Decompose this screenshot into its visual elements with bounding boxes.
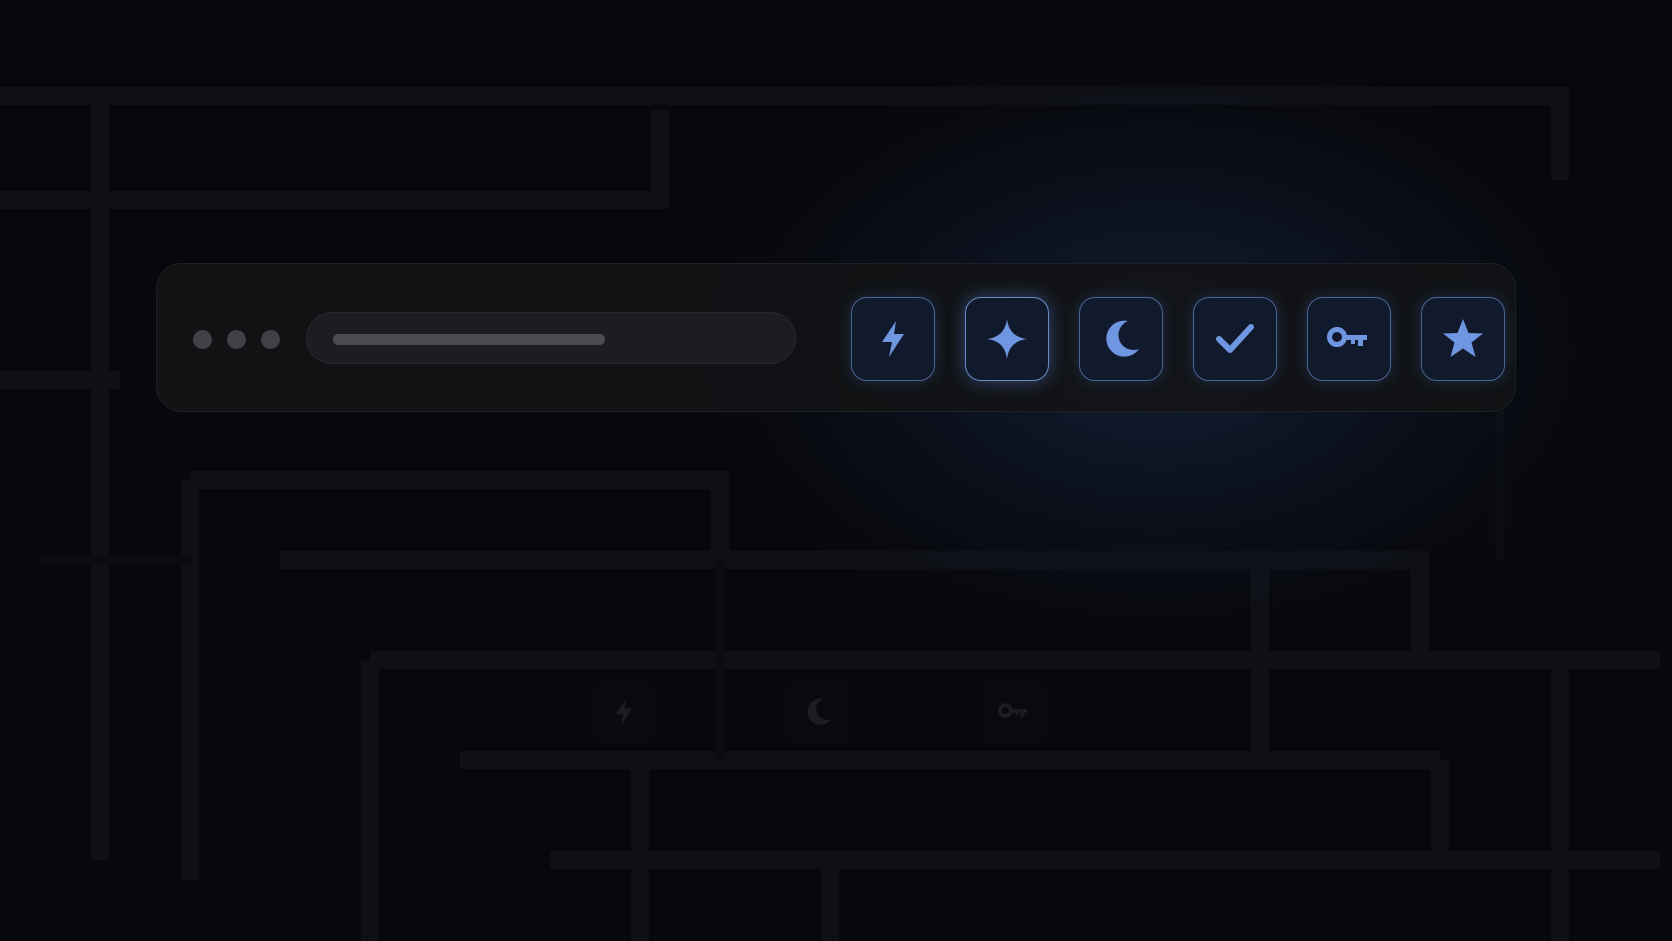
- lightning-button[interactable]: [851, 297, 935, 381]
- key-button[interactable]: [1307, 297, 1391, 381]
- app-stage: [0, 0, 1672, 941]
- window-dot-minimize[interactable]: [227, 330, 246, 349]
- star-button[interactable]: [1421, 297, 1505, 381]
- checkmark-icon: [1216, 324, 1254, 353]
- moon-button[interactable]: [1079, 297, 1163, 381]
- reflection-moon: [786, 680, 850, 744]
- reflection-lightning: [592, 680, 656, 744]
- window-dot-close[interactable]: [193, 330, 212, 349]
- sparkle-icon: [987, 319, 1027, 359]
- background-maze-pattern: [0, 87, 1660, 941]
- lightning-icon: [615, 698, 633, 726]
- toolbar: [156, 263, 1516, 412]
- sparkle-button[interactable]: [965, 297, 1049, 381]
- checkmark-button[interactable]: [1193, 297, 1277, 381]
- address-bar[interactable]: [306, 312, 796, 364]
- window-dot-maximize[interactable]: [261, 330, 280, 349]
- star-icon: [1443, 319, 1483, 357]
- load-progress-fill: [333, 334, 605, 345]
- key-icon: [1327, 327, 1367, 347]
- address-placeholder-bar: [333, 334, 605, 345]
- moon-icon: [807, 698, 832, 725]
- lightning-icon: [882, 321, 904, 357]
- window-controls: [193, 330, 280, 349]
- key-icon: [998, 703, 1028, 718]
- reflection-key: [982, 680, 1046, 744]
- moon-icon: [1106, 320, 1139, 357]
